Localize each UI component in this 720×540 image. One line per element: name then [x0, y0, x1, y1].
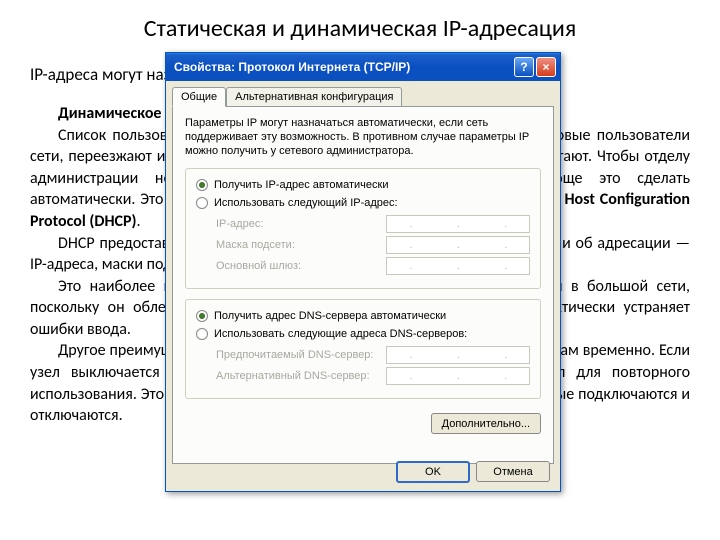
dialog-title: Свойства: Протокол Интернета (TCP/IP)	[174, 60, 512, 74]
radio-ip-auto[interactable]: Получить IP-адрес автоматически	[196, 179, 530, 191]
field-label: IP-адрес:	[216, 218, 386, 230]
field-label: Альтернативный DNS-сервер:	[216, 370, 386, 382]
radio-icon	[196, 197, 208, 209]
mask-input: ...	[386, 236, 530, 254]
tab-pane-general: Параметры IP могут назначаться автоматич…	[172, 106, 554, 464]
dns-pref-input: ...	[386, 346, 530, 364]
cancel-button[interactable]: Отмена	[476, 461, 550, 482]
ok-button[interactable]: OK	[396, 461, 470, 483]
field-subnet-mask: Маска подсети: ...	[216, 236, 530, 254]
radio-dns-manual[interactable]: Использовать следующие адреса DNS-сервер…	[196, 328, 530, 340]
ip-address-group: Получить IP-адрес автоматически Использо…	[185, 168, 541, 289]
dialog-footer: OK Отмена	[396, 461, 550, 483]
radio-dns-auto[interactable]: Получить адрес DNS-сервера автоматически	[196, 310, 530, 322]
dns-alt-input: ...	[386, 367, 530, 385]
description-text: Параметры IP могут назначаться автоматич…	[185, 117, 541, 158]
ip-input: ...	[386, 215, 530, 233]
field-ip-address: IP-адрес: ...	[216, 215, 530, 233]
tab-strip: Общие Альтернативная конфигурация	[166, 81, 560, 106]
radio-icon	[196, 328, 208, 340]
field-label: Предпочитаемый DNS-сервер:	[216, 349, 386, 361]
radio-icon	[196, 310, 208, 322]
page-title: Статическая и динамическая IP-адресация	[0, 0, 720, 51]
field-dns-pref: Предпочитаемый DNS-сервер: ...	[216, 346, 530, 364]
tab-general[interactable]: Общие	[172, 87, 226, 107]
close-button[interactable]: ×	[536, 57, 556, 77]
radio-label: Использовать следующие адреса DNS-сервер…	[214, 328, 467, 340]
help-button[interactable]: ?	[514, 57, 534, 77]
dns-group: Получить адрес DNS-сервера автоматически…	[185, 299, 541, 399]
radio-label: Использовать следующий IP-адрес:	[214, 197, 398, 209]
field-gateway: Основной шлюз: ...	[216, 257, 530, 275]
titlebar[interactable]: Свойства: Протокол Интернета (TCP/IP) ? …	[166, 53, 560, 81]
radio-label: Получить IP-адрес автоматически	[214, 179, 388, 191]
tab-alt-config[interactable]: Альтернативная конфигурация	[226, 87, 402, 106]
field-dns-alt: Альтернативный DNS-сервер: ...	[216, 367, 530, 385]
field-label: Маска подсети:	[216, 239, 386, 251]
advanced-button[interactable]: Дополнительно...	[431, 413, 541, 434]
radio-ip-manual[interactable]: Использовать следующий IP-адрес:	[196, 197, 530, 209]
tcpip-properties-dialog: Свойства: Протокол Интернета (TCP/IP) ? …	[165, 52, 561, 492]
field-label: Основной шлюз:	[216, 260, 386, 272]
radio-label: Получить адрес DNS-сервера автоматически	[214, 310, 446, 322]
radio-icon	[196, 179, 208, 191]
gateway-input: ...	[386, 257, 530, 275]
